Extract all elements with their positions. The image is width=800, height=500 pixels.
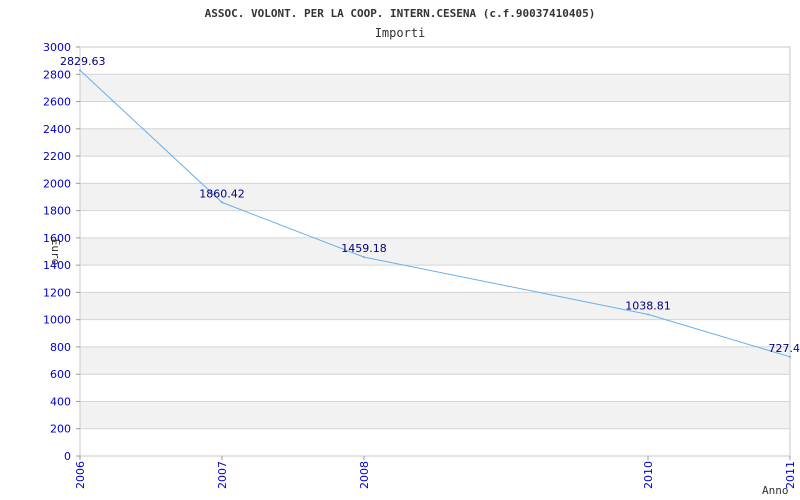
x-tick-label: 2008 xyxy=(358,461,371,489)
y-tick-label: 800 xyxy=(50,341,71,354)
data-label: 1459.18 xyxy=(341,242,387,255)
data-point xyxy=(79,69,81,72)
x-tick-label: 2007 xyxy=(216,461,229,489)
line-chart: ASSOC. VOLONT. PER LA COOP. INTERN.CESEN… xyxy=(43,7,800,497)
y-tick-label: 2600 xyxy=(43,96,71,109)
data-label: 727.4 xyxy=(769,342,800,355)
plot-bands xyxy=(80,74,790,429)
grid-band xyxy=(80,292,790,320)
y-tick-label: 2800 xyxy=(43,68,71,81)
y-tick-label: 1200 xyxy=(43,286,71,299)
grid-band xyxy=(80,183,790,211)
x-axis-label: Anno xyxy=(762,484,789,497)
data-point xyxy=(363,256,365,259)
x-tick-label: 2010 xyxy=(642,461,655,489)
data-label: 1038.81 xyxy=(625,299,671,312)
y-tick-label: 1800 xyxy=(43,205,71,218)
x-axis-ticks: 2006 2007 2008 2010 2011 xyxy=(74,456,797,489)
grid-band xyxy=(80,346,790,375)
y-tick-label: 200 xyxy=(50,423,71,436)
y-tick-label: 400 xyxy=(50,395,71,408)
chart-title: ASSOC. VOLONT. PER LA COOP. INTERN.CESEN… xyxy=(205,7,596,20)
grid-band xyxy=(80,128,790,157)
y-tick-label: 2200 xyxy=(43,150,71,163)
data-point xyxy=(221,201,223,204)
grid-band xyxy=(80,74,790,102)
y-axis-label: Euro xyxy=(49,239,62,266)
data-label: 2829.63 xyxy=(60,55,106,68)
grid-band xyxy=(80,237,790,266)
chart-subtitle: Importi xyxy=(375,26,426,40)
data-point xyxy=(647,313,649,316)
y-tick-label: 1000 xyxy=(43,314,71,327)
y-tick-label: 2400 xyxy=(43,123,71,136)
y-tick-label: 0 xyxy=(64,450,71,463)
y-tick-label: 600 xyxy=(50,368,71,381)
data-label: 1860.42 xyxy=(199,187,245,200)
y-tick-label: 2000 xyxy=(43,177,71,190)
grid-band xyxy=(80,401,790,429)
y-tick-label: 3000 xyxy=(43,41,71,54)
data-point xyxy=(789,355,791,358)
x-tick-label: 2006 xyxy=(74,461,87,489)
